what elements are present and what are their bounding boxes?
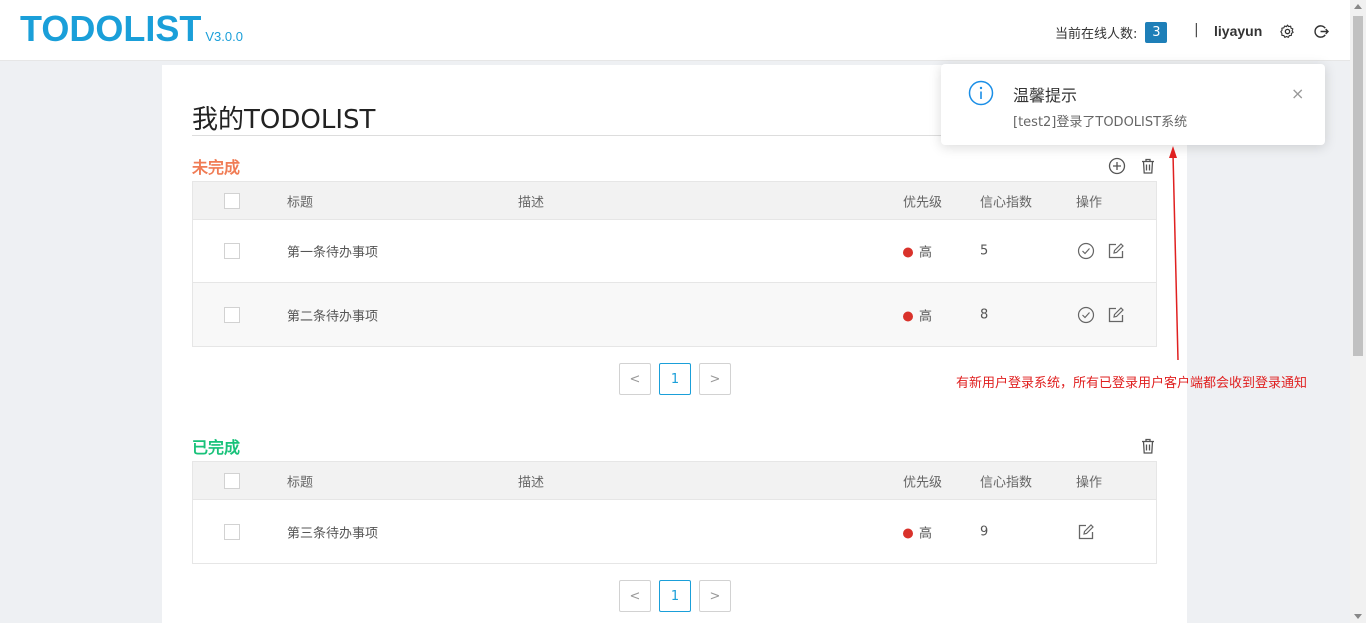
page-title: 我的TODOLIST — [192, 105, 376, 135]
priority-dot — [903, 247, 913, 258]
scroll-up-arrow-icon[interactable] — [1354, 4, 1362, 9]
next-page-button[interactable]: > — [699, 580, 731, 612]
online-count-badge: 3 — [1145, 22, 1168, 43]
notification-message: [test2]登录了TODOLIST系统 — [1013, 115, 1188, 130]
info-icon — [968, 80, 994, 106]
done-pagination: < 1 > — [619, 580, 731, 612]
col-action: 操作 — [1076, 195, 1103, 210]
online-label: 当前在线人数: — [1055, 27, 1138, 42]
login-notification: 温馨提示 [test2]登录了TODOLIST系统 × — [941, 64, 1325, 145]
edit-icon[interactable] — [1107, 306, 1125, 324]
priority-label: 高 — [919, 245, 933, 261]
done-heading: 已完成 — [192, 438, 241, 457]
done-table: 标题 描述 优先级 信心指数 操作 第三条待办事项 高 9 — [192, 461, 1157, 564]
notification-title: 温馨提示 — [1013, 86, 1078, 105]
priority-label: 高 — [919, 309, 933, 324]
row-confidence: 9 — [980, 524, 989, 539]
logo: TODOLIST V3.0.0 — [20, 8, 243, 50]
add-icon[interactable] — [1108, 157, 1126, 175]
priority-label: 高 — [919, 526, 933, 541]
next-page-button[interactable]: > — [699, 363, 731, 395]
select-all-checkbox[interactable] — [224, 472, 240, 489]
table-row: 第三条待办事项 高 9 — [193, 500, 1156, 563]
page-scrollbar[interactable] — [1350, 0, 1366, 623]
priority-dot — [903, 311, 913, 321]
priority-dot — [903, 528, 913, 538]
row-checkbox[interactable] — [224, 523, 240, 540]
row-priority: 高 — [903, 522, 932, 541]
row-title: 第二条待办事项 — [287, 309, 379, 324]
row-confidence: 8 — [980, 307, 989, 322]
complete-icon[interactable] — [1077, 306, 1095, 324]
close-icon[interactable]: × — [1291, 84, 1304, 103]
scroll-down-arrow-icon[interactable] — [1354, 614, 1362, 619]
main-panel: 我的TODOLIST 未完成 标题 描述 优先级 信心指数 操作 第一条待办事项… — [162, 65, 1187, 623]
col-confidence: 信心指数 — [980, 475, 1033, 490]
prev-page-button[interactable]: < — [619, 580, 651, 612]
row-confidence: 5 — [980, 243, 989, 259]
row-checkbox[interactable] — [224, 306, 240, 323]
username[interactable]: liyayun — [1214, 23, 1262, 39]
online-users: 当前在线人数: 3 — [1055, 22, 1168, 43]
undone-table: 标题 描述 优先级 信心指数 操作 第一条待办事项 高 5 第二条待办事项 高 … — [192, 181, 1157, 347]
top-header: TODOLIST V3.0.0 当前在线人数: 3 | liyayun — [0, 0, 1350, 61]
row-checkbox[interactable] — [224, 243, 240, 259]
undone-heading: 未完成 — [192, 158, 241, 177]
table-row: 第二条待办事项 高 8 — [193, 283, 1156, 346]
delete-icon[interactable] — [1139, 437, 1157, 455]
table-header: 标题 描述 优先级 信心指数 操作 — [193, 462, 1156, 500]
edit-icon[interactable] — [1077, 523, 1095, 541]
col-desc: 描述 — [518, 475, 545, 490]
logout-icon[interactable] — [1314, 24, 1329, 39]
annotation-text: 有新用户登录系统，所有已登录用户客户端都会收到登录通知 — [956, 376, 1308, 391]
col-title: 标题 — [287, 475, 314, 490]
annotation-arrow-icon — [1169, 146, 1179, 361]
table-row: 第一条待办事项 高 5 — [193, 220, 1156, 283]
header-separator: | — [1194, 22, 1199, 38]
row-priority: 高 — [903, 242, 932, 261]
col-priority: 优先级 — [903, 475, 943, 490]
table-header: 标题 描述 优先级 信心指数 操作 — [193, 182, 1156, 220]
version-label: V3.0.0 — [205, 29, 243, 44]
select-all-checkbox[interactable] — [224, 192, 240, 209]
complete-icon[interactable] — [1077, 242, 1095, 260]
delete-icon[interactable] — [1139, 157, 1157, 175]
page-1-button[interactable]: 1 — [659, 580, 691, 612]
undone-pagination: < 1 > — [619, 363, 731, 395]
scroll-thumb[interactable] — [1353, 16, 1363, 356]
col-confidence: 信心指数 — [980, 195, 1033, 210]
col-priority: 优先级 — [903, 195, 943, 210]
col-desc: 描述 — [518, 195, 545, 210]
prev-page-button[interactable]: < — [619, 363, 651, 395]
settings-icon[interactable] — [1280, 24, 1295, 39]
row-title: 第三条待办事项 — [287, 526, 379, 541]
edit-icon[interactable] — [1107, 242, 1125, 260]
col-title: 标题 — [287, 195, 314, 210]
logo-text: TODOLIST — [20, 8, 202, 49]
col-action: 操作 — [1076, 475, 1103, 490]
row-title: 第一条待办事项 — [287, 245, 379, 261]
page-1-button[interactable]: 1 — [659, 363, 691, 395]
row-priority: 高 — [903, 305, 932, 324]
